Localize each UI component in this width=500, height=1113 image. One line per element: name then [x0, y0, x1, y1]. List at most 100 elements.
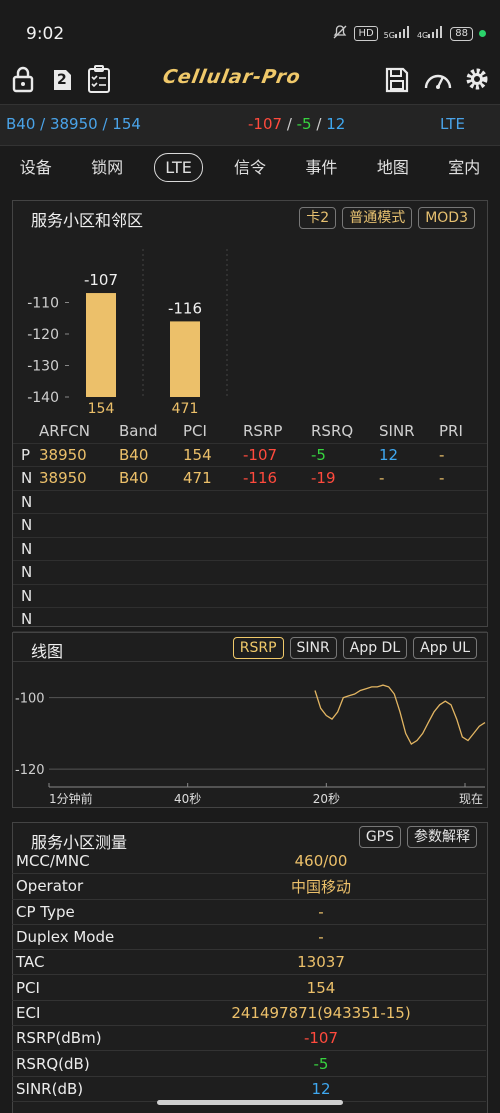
tab-lte[interactable]: LTE	[143, 150, 214, 186]
bar-value-label: -116	[168, 299, 202, 317]
cell-type: N	[13, 537, 39, 561]
tech-label: LTE	[440, 115, 465, 133]
sim-card-icon[interactable]: 2	[49, 64, 77, 94]
app-ul-chip[interactable]: App UL	[413, 637, 477, 659]
measurement-row: Operator 中国移动	[12, 874, 486, 900]
header-cell: RSRQ	[311, 420, 379, 444]
cell-type: N	[13, 513, 39, 538]
serving-cell-panel: 服务小区和邻区 卡2 普通模式 MOD3 -110 -120 -130 -140 -10…	[12, 200, 488, 632]
measurement-row: TAC 13037	[12, 950, 486, 976]
cell-rsrp	[243, 537, 311, 561]
cell-type: N	[13, 607, 39, 632]
measurement-row: RSRQ(dB) -5	[12, 1051, 486, 1077]
measurement-row: RSRP(dBm) -107	[12, 1026, 486, 1052]
home-indicator[interactable]	[157, 1100, 343, 1105]
table-row[interactable]: N	[13, 584, 487, 608]
cell-sinr	[379, 607, 439, 632]
table-row[interactable]: N	[13, 560, 487, 585]
cell-arfcn	[39, 537, 119, 561]
measurement-label: Operator	[16, 877, 84, 896]
measurement-value: 154	[306, 978, 336, 997]
gps-chip[interactable]: GPS	[358, 826, 401, 848]
tab-map[interactable]: 地图	[357, 150, 428, 186]
header-cell: Band	[119, 420, 183, 444]
cell-band: B40	[119, 443, 183, 467]
net1-label: 5G	[383, 31, 395, 40]
cell-type: N	[13, 466, 39, 491]
cell-arfcn	[39, 490, 119, 514]
mute-icon	[332, 24, 348, 43]
signal-5g-icon: 5G	[384, 26, 411, 41]
app-dl-chip[interactable]: App DL	[342, 637, 408, 659]
line-chart: -100 -120 1分钟前 40秒 20秒 现在	[15, 684, 486, 805]
table-row[interactable]: N	[13, 490, 487, 514]
summary-rsrq: -5	[296, 115, 312, 133]
rsrp-series-line	[314, 684, 486, 746]
cell-band	[119, 513, 183, 538]
tab-events[interactable]: 事件	[286, 150, 357, 186]
tab-device[interactable]: 设备	[0, 150, 71, 186]
y-tick-label: -110	[27, 296, 59, 312]
bar-chart: -110 -120 -130 -140 -107 154 -116 471	[27, 249, 228, 417]
mod3-chip[interactable]: MOD3	[418, 207, 475, 229]
sinr-chip[interactable]: SINR	[289, 637, 337, 659]
cell-type: N	[13, 584, 39, 608]
table-row[interactable]: P 38950 B40 154 -107 -5 12-	[13, 443, 487, 467]
cell-pri	[439, 490, 487, 514]
checklist-icon[interactable]	[86, 64, 114, 94]
measurement-row: SINR(dB) 12	[12, 1077, 486, 1102]
signal-summary: -107 / -5 / 12	[248, 115, 345, 133]
hd-badge: HD	[354, 26, 378, 41]
cell-pri: -	[439, 466, 487, 491]
cell-arfcn	[39, 560, 119, 585]
cell-rsrq	[311, 584, 379, 608]
cell-pri	[439, 513, 487, 538]
table-row[interactable]: N	[13, 513, 487, 538]
toolbar: 2 Cellular-Pro	[0, 60, 500, 100]
sim-chip[interactable]: 卡2	[299, 207, 337, 229]
measurement-label: MCC/MNC	[16, 852, 90, 871]
cell-arfcn: 38950	[39, 466, 119, 491]
speedometer-icon[interactable]	[422, 64, 454, 94]
sim-number: 2	[57, 72, 67, 88]
cell-pci: 154	[183, 443, 243, 467]
table-row[interactable]: N	[13, 537, 487, 561]
serving-panel-title: 服务小区和邻区	[31, 211, 144, 230]
bar-154[interactable]	[86, 293, 116, 397]
mode-chip[interactable]: 普通模式	[342, 207, 413, 229]
x-tick-label: 40秒	[174, 792, 201, 805]
save-icon[interactable]	[384, 64, 412, 94]
cell-sinr: 12	[379, 443, 439, 467]
cell-pri	[439, 537, 487, 561]
tab-indoor[interactable]: 室内	[429, 150, 500, 186]
cell-rsrq	[311, 490, 379, 514]
tab-signaling[interactable]: 信令	[214, 150, 285, 186]
y-tick-label: -100	[15, 692, 45, 707]
measurement-row: PCI 154	[12, 975, 486, 1001]
measurement-list: MCC/MNC 460/00 Operator 中国移动 CP Type - Duplex …	[12, 849, 486, 1102]
status-bar: 9:02 HD 5G 4G 88	[0, 0, 500, 64]
bar-category-label: 471	[172, 401, 199, 417]
table-row[interactable]: N 38950 B40 471 -116 -19- -	[13, 466, 487, 491]
measurement-label: RSRP(dBm)	[16, 1029, 102, 1048]
lock-icon[interactable]	[10, 64, 38, 94]
settings-gear-icon[interactable]	[464, 64, 492, 94]
measurement-row: MCC/MNC 460/00	[12, 849, 486, 875]
header-cell: PRI	[439, 420, 487, 444]
param-help-chip[interactable]: 参数解释	[407, 826, 477, 848]
bar-471[interactable]	[170, 321, 200, 397]
summary-sep-1: /	[282, 115, 297, 133]
tab-label: 室内	[448, 158, 481, 177]
cell-pci	[183, 513, 243, 538]
rsrp-chip[interactable]: RSRP	[232, 637, 284, 659]
cell-rsrq	[311, 513, 379, 538]
cell-pri	[439, 607, 487, 632]
tab-label: 信令	[233, 158, 266, 177]
cell-arfcn: 38950	[39, 443, 119, 467]
measurement-label: SINR(dB)	[16, 1079, 84, 1098]
tab-lock[interactable]: 锁网	[71, 150, 142, 186]
serving-cell-summary: B40 / 38950 / 154	[6, 115, 141, 133]
table-row[interactable]: N	[13, 607, 487, 632]
cell-type: P	[13, 443, 39, 467]
measurement-value: -5	[313, 1054, 329, 1073]
